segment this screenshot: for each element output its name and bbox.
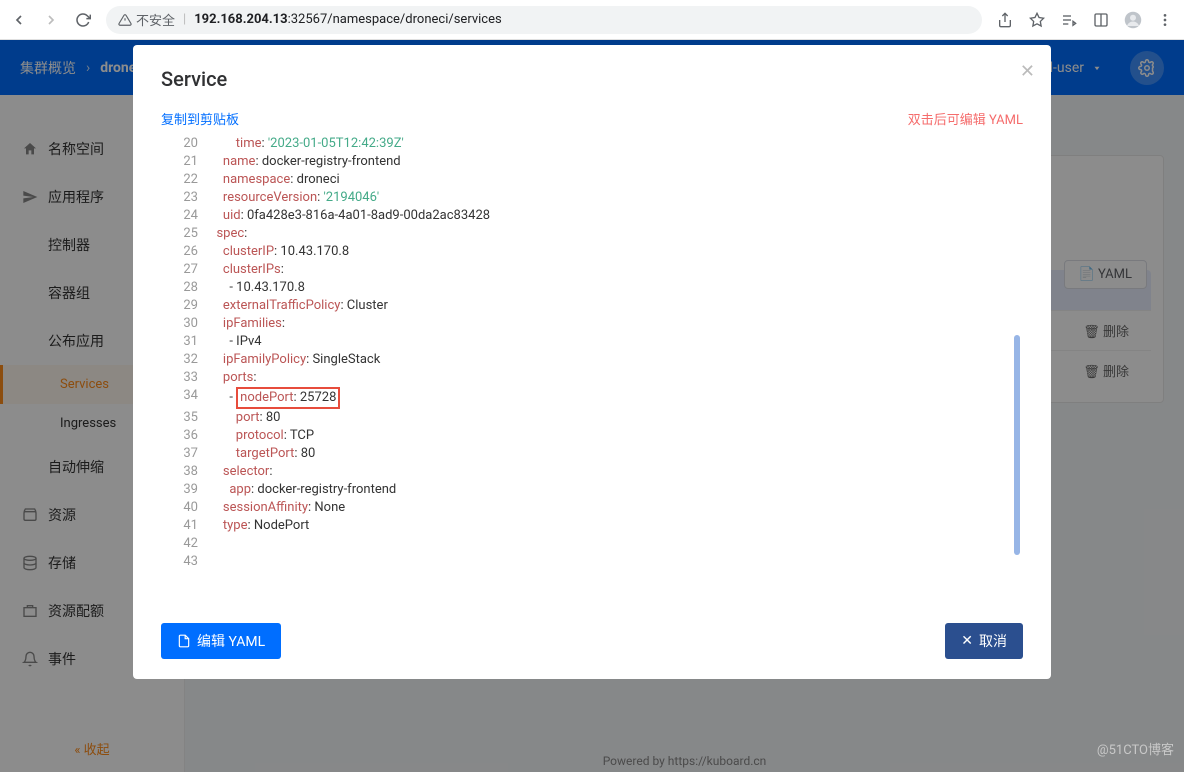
code-line-20: 20 time: '2023-01-05T12:42:39Z' — [162, 135, 1022, 153]
url-text: 192.168.204.13:32567/namespace/droneci/s… — [194, 12, 502, 27]
code-line-22: 22 namespace: droneci — [162, 171, 1022, 189]
code-line-28: 28 - 10.43.170.8 — [162, 279, 1022, 297]
code-line-33: 33 ports: — [162, 369, 1022, 387]
forward-button[interactable] — [42, 11, 60, 29]
code-line-23: 23 resourceVersion: '2194046' — [162, 189, 1022, 207]
browser-toolbar: 不安全 | 192.168.204.13:32567/namespace/dro… — [0, 0, 1184, 40]
edit-hint: 双击后可编辑 YAML — [908, 109, 1023, 128]
code-line-36: 36 protocol: TCP — [162, 427, 1022, 445]
code-line-40: 40 sessionAffinity: None — [162, 499, 1022, 517]
code-line-35: 35 port: 80 — [162, 409, 1022, 427]
panel-icon[interactable] — [1092, 11, 1110, 29]
code-line-41: 41 type: NodePort — [162, 517, 1022, 535]
playlist-icon[interactable] — [1060, 11, 1078, 29]
modal-title: Service — [161, 67, 1023, 91]
code-line-37: 37 targetPort: 80 — [162, 445, 1022, 463]
code-line-34: 34 - nodePort: 25728 — [162, 387, 1022, 409]
share-icon[interactable] — [996, 11, 1014, 29]
code-line-38: 38 selector: — [162, 463, 1022, 481]
insecure-warning: 不安全 — [118, 10, 175, 29]
address-bar[interactable]: 不安全 | 192.168.204.13:32567/namespace/dro… — [106, 6, 982, 34]
star-icon[interactable] — [1028, 11, 1046, 29]
code-line-26: 26 clusterIP: 10.43.170.8 — [162, 243, 1022, 261]
yaml-editor[interactable]: 20 time: '2023-01-05T12:42:39Z'21 name: … — [161, 134, 1023, 609]
close-button[interactable]: ✕ — [1020, 61, 1035, 82]
code-line-21: 21 name: docker-registry-frontend — [162, 153, 1022, 171]
code-line-27: 27 clusterIPs: — [162, 261, 1022, 279]
profile-icon[interactable] — [1124, 11, 1142, 29]
code-line-29: 29 externalTrafficPolicy: Cluster — [162, 297, 1022, 315]
scrollbar-thumb[interactable] — [1014, 335, 1020, 555]
copy-to-clipboard[interactable]: 复制到剪贴板 — [161, 109, 239, 128]
menu-icon[interactable] — [1156, 11, 1174, 29]
code-line-39: 39 app: docker-registry-frontend — [162, 481, 1022, 499]
reload-button[interactable] — [74, 11, 92, 29]
code-line-24: 24 uid: 0fa428e3-816a-4a01-8ad9-00da2ac8… — [162, 207, 1022, 225]
code-line-25: 25 spec: — [162, 225, 1022, 243]
back-button[interactable] — [10, 11, 28, 29]
code-line-42: 42 — [162, 535, 1022, 553]
edit-yaml-button[interactable]: 编辑 YAML — [161, 623, 281, 659]
browser-right-icons — [996, 11, 1174, 29]
code-line-43: 43 — [162, 553, 1022, 571]
insecure-label: 不安全 — [136, 10, 175, 29]
watermark: @51CTO博客 — [1097, 739, 1174, 758]
code-line-32: 32 ipFamilyPolicy: SingleStack — [162, 351, 1022, 369]
code-line-31: 31 - IPv4 — [162, 333, 1022, 351]
cancel-button[interactable]: ✕ 取消 — [945, 623, 1023, 659]
code-line-30: 30 ipFamilies: — [162, 315, 1022, 333]
service-modal: ✕ Service 复制到剪贴板 双击后可编辑 YAML 20 time: '2… — [133, 45, 1051, 679]
